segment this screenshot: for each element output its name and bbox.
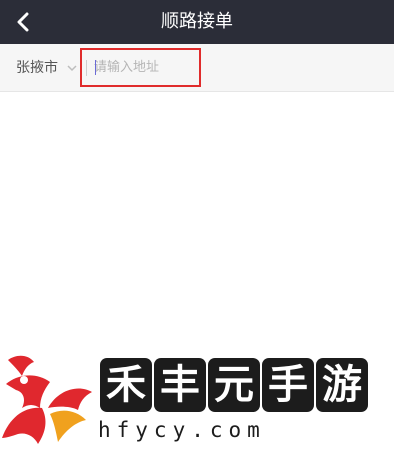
watermark-brand: 禾 丰 元 手 游 [100,358,368,412]
watermark-char: 手 [262,358,314,412]
address-input-highlight [80,48,201,87]
watermark-char: 游 [316,358,368,412]
watermark-logo [2,355,92,444]
city-selector[interactable]: 张掖市 [16,44,58,92]
text-cursor [95,60,96,75]
watermark-url: hfycy.com [98,418,266,442]
chevron-down-icon[interactable] [67,64,77,72]
top-bar: 顺路接单 [0,0,394,44]
watermark-char: 元 [208,358,260,412]
watermark-char: 禾 [100,358,152,412]
address-input[interactable] [82,50,199,85]
page-title: 顺路接单 [161,11,233,32]
watermark-char: 丰 [154,358,206,412]
